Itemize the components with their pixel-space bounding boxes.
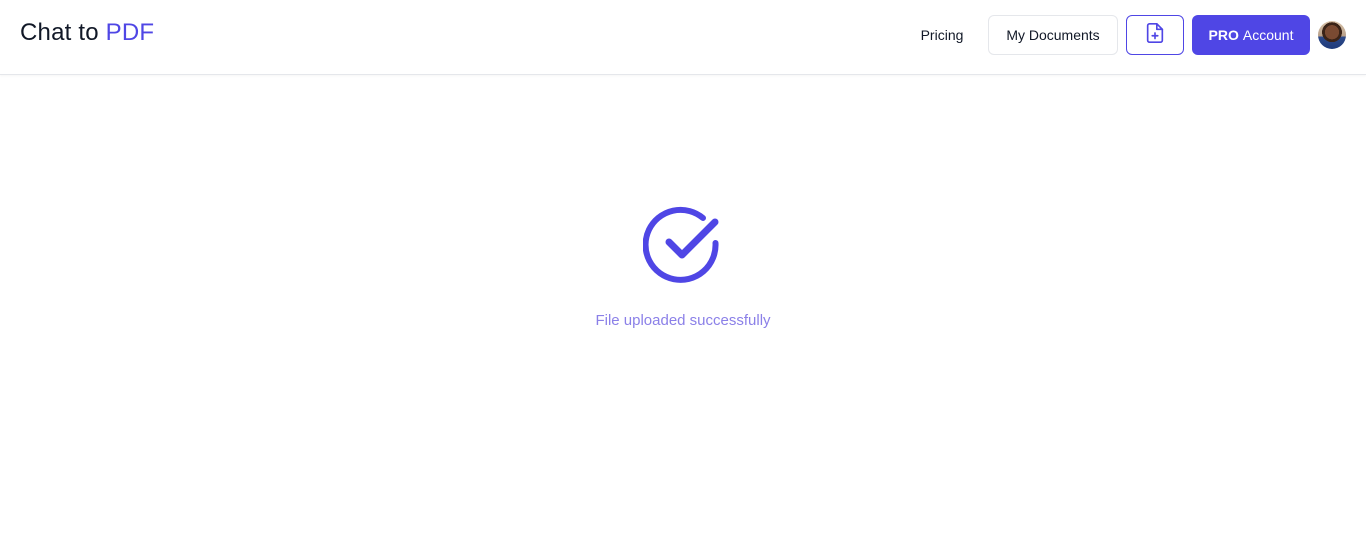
status-message: File uploaded successfully — [595, 312, 771, 329]
logo-prefix: Chat to — [20, 19, 99, 46]
check-circle-icon — [642, 205, 723, 285]
my-documents-button[interactable]: My Documents — [988, 15, 1118, 55]
account-label: Account — [1242, 27, 1294, 43]
pro-account-button[interactable]: PRO Account — [1192, 15, 1310, 55]
upload-document-button[interactable] — [1126, 15, 1184, 55]
logo-accent: PDF — [105, 19, 155, 46]
pro-label: PRO — [1208, 27, 1239, 43]
pricing-link[interactable]: Pricing — [906, 15, 978, 55]
file-plus-icon — [1144, 21, 1166, 50]
my-documents-label: My Documents — [1006, 27, 1100, 43]
app-logo[interactable]: Chat to PDF — [20, 19, 154, 47]
user-avatar[interactable] — [1318, 21, 1346, 49]
upload-status: File uploaded successfully — [0, 205, 1366, 329]
top-header: Chat to PDF Pricing My Documents PRO Acc… — [0, 0, 1366, 75]
